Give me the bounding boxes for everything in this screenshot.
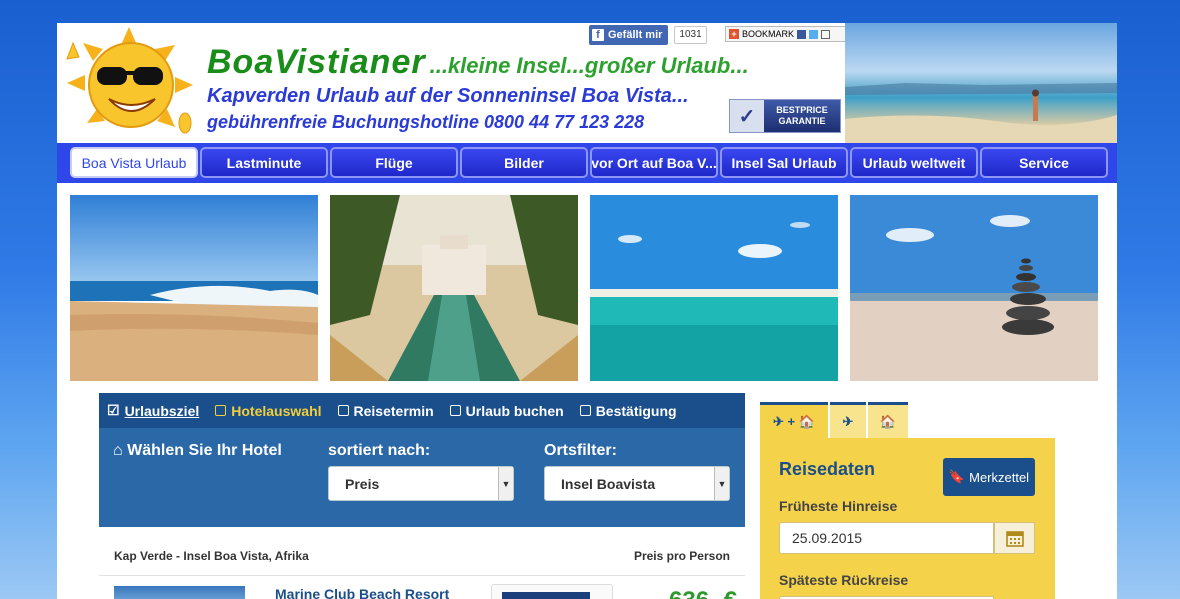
facebook-share-icon[interactable] bbox=[797, 29, 807, 39]
earliest-departure-label: Früheste Hinreise bbox=[779, 498, 898, 514]
chevron-down-icon: ▼ bbox=[714, 467, 729, 500]
result-row[interactable]: Marine Club Beach Resort 636,-€ bbox=[99, 576, 745, 599]
nav-vor-ort[interactable]: vor Ort auf Boa V... bbox=[590, 147, 718, 178]
merkzettel-label: Merkzettel bbox=[969, 469, 1030, 485]
header-beach-image bbox=[845, 23, 1117, 143]
step-hotelauswahl[interactable]: Hotelauswahl bbox=[207, 403, 329, 419]
nav-boa-vista-urlaub[interactable]: Boa Vista Urlaub bbox=[70, 147, 198, 178]
travel-dates-widget: Reisedaten 🔖 Merkzettel Früheste Hinreis… bbox=[760, 438, 1055, 599]
nav-urlaub-weltweit[interactable]: Urlaub weltweit bbox=[850, 147, 978, 178]
twitter-share-icon[interactable] bbox=[809, 29, 819, 39]
location-filter-label: Ortsfilter: bbox=[544, 442, 617, 459]
hotel-filter-panel: ⌂ Wählen Sie Ihr Hotel sortiert nach: Or… bbox=[99, 428, 745, 527]
checkbox-icon bbox=[337, 405, 349, 416]
calendar-icon[interactable] bbox=[994, 522, 1035, 554]
step-label: Urlaub buchen bbox=[465, 402, 564, 419]
brand-title: BoaVistianer ...kleine Insel...großer Url… bbox=[207, 43, 749, 82]
brand-tagline: ...kleine Insel...großer Urlaub... bbox=[429, 53, 749, 78]
nav-bilder[interactable]: Bilder bbox=[460, 147, 588, 178]
widget-title: Reisedaten bbox=[779, 459, 876, 479]
step-label: Bestätigung bbox=[595, 402, 677, 419]
photo-turquoise-sea[interactable] bbox=[590, 195, 838, 381]
booking-steps: ☑ Urlaubsziel Hotelauswahl Reisetermin U… bbox=[99, 393, 745, 428]
facebook-like-widget: f Gefällt mir 1031 bbox=[589, 25, 707, 45]
facebook-like-count: 1031 bbox=[674, 26, 707, 44]
hotel-select-label: Wählen Sie Ihr Hotel bbox=[127, 442, 282, 459]
nav-lastminute[interactable]: Lastminute bbox=[200, 147, 328, 178]
checkmark-icon: ✓ bbox=[730, 100, 764, 132]
step-label: Hotelauswahl bbox=[231, 402, 322, 419]
brand-name: BoaVistianer bbox=[207, 43, 426, 81]
earliest-departure-input[interactable]: 25.09.2015 bbox=[779, 522, 994, 554]
location-select[interactable]: Insel Boavista ▼ bbox=[544, 466, 730, 501]
bookmark-button[interactable]: + BOOKMARK bbox=[725, 26, 848, 42]
merkzettel-button[interactable]: 🔖 Merkzettel bbox=[943, 458, 1035, 496]
facebook-icon: f bbox=[592, 29, 604, 41]
step-urlaubsziel[interactable]: ☑ Urlaubsziel bbox=[99, 402, 207, 419]
hotel-select-heading: ⌂ Wählen Sie Ihr Hotel bbox=[113, 442, 282, 460]
tab-flight[interactable]: ✈ bbox=[830, 402, 866, 438]
latest-return-label: Späteste Rückreise bbox=[779, 572, 909, 588]
bookmark-label: BOOKMARK bbox=[742, 29, 795, 39]
step-urlaub-buchen[interactable]: Urlaub buchen bbox=[442, 403, 572, 419]
hotline-text: gebührenfreie Buchungshotline 0800 44 77… bbox=[207, 112, 645, 132]
page-container: BoaVistianer ...kleine Insel...großer Url… bbox=[57, 23, 1117, 599]
checkbox-icon bbox=[215, 405, 227, 416]
bookmark-icon: 🔖 bbox=[948, 469, 966, 484]
bestprice-badge[interactable]: ✓ BESTPRICE GARANTIE bbox=[729, 99, 841, 133]
facebook-like-label: Gefällt mir bbox=[608, 29, 663, 41]
step-label: Urlaubsziel bbox=[124, 402, 200, 419]
site-header: BoaVistianer ...kleine Insel...großer Url… bbox=[57, 23, 1117, 143]
bestprice-line2: GARANTIE bbox=[778, 116, 826, 126]
checked-box-icon: ☑ bbox=[107, 402, 120, 418]
step-label: Reisetermin bbox=[353, 402, 434, 419]
hotel-thumbnail[interactable] bbox=[114, 586, 245, 599]
nav-insel-sal[interactable]: Insel Sal Urlaub bbox=[720, 147, 848, 178]
hotel-price: 636,-€ bbox=[669, 586, 737, 599]
plus-icon: + bbox=[729, 29, 739, 39]
results-region: Kap Verde - Insel Boa Vista, Afrika bbox=[114, 549, 309, 563]
price-per-person-label: Preis pro Person bbox=[633, 549, 730, 563]
rating-badge bbox=[491, 584, 613, 599]
tab-flight-hotel[interactable]: ✈ + 🏠 bbox=[760, 402, 828, 438]
home-icon: ⌂ bbox=[113, 442, 123, 459]
sun-mascot-logo[interactable] bbox=[57, 23, 202, 143]
bestprice-line1: BESTPRICE bbox=[776, 105, 828, 115]
travel-type-tabs: ✈ + 🏠 ✈ 🏠 bbox=[760, 402, 910, 438]
step-reisetermin[interactable]: Reisetermin bbox=[330, 403, 442, 419]
results-header: Kap Verde - Insel Boa Vista, Afrika Prei… bbox=[99, 545, 745, 576]
nav-service[interactable]: Service bbox=[980, 147, 1108, 178]
brand-subline: Kapverden Urlaub auf der Sonneninsel Boa… bbox=[207, 85, 689, 107]
facebook-like-button[interactable]: f Gefällt mir bbox=[589, 25, 669, 45]
nav-fluege[interactable]: Flüge bbox=[330, 147, 458, 178]
hotel-name-link[interactable]: Marine Club Beach Resort bbox=[275, 586, 449, 599]
main-nav: Boa Vista Urlaub Lastminute Flüge Bilder… bbox=[57, 143, 1117, 183]
photo-beach-waves[interactable] bbox=[70, 195, 318, 381]
location-select-value: Insel Boavista bbox=[561, 475, 656, 492]
checkbox-icon bbox=[449, 405, 461, 416]
sort-label: sortiert nach: bbox=[328, 442, 431, 459]
tab-hotel[interactable]: 🏠 bbox=[868, 402, 908, 438]
step-bestaetigung[interactable]: Bestätigung bbox=[572, 403, 685, 419]
chevron-down-icon: ▼ bbox=[498, 467, 513, 500]
photo-hotel-pool[interactable] bbox=[330, 195, 578, 381]
sort-select-value: Preis bbox=[345, 475, 380, 492]
sort-select[interactable]: Preis ▼ bbox=[328, 466, 514, 501]
email-share-icon[interactable] bbox=[821, 29, 831, 39]
photo-stone-stack[interactable] bbox=[850, 195, 1098, 381]
checkbox-icon bbox=[579, 405, 591, 416]
